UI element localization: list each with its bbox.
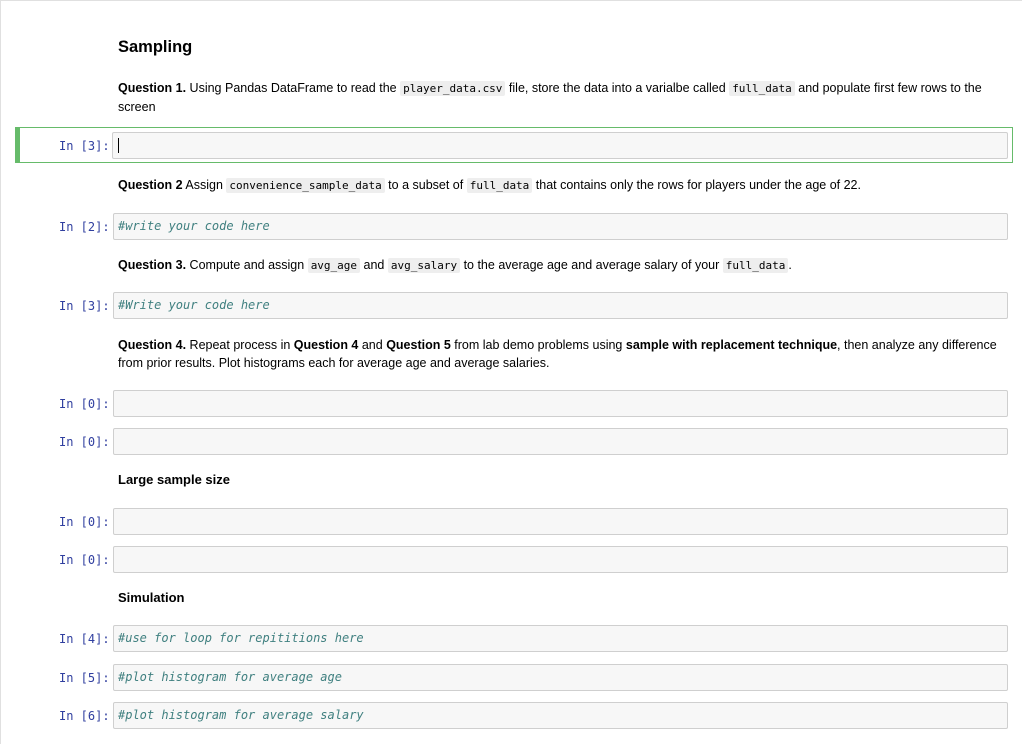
simulation-heading: Simulation <box>118 590 185 605</box>
notebook: Sampling Question 1. Using Pandas DataFr… <box>0 0 1022 744</box>
cell-prompt: In [0]: <box>59 515 110 529</box>
code-cell[interactable]: In [5]: #plot histogram for average age <box>1 664 1023 692</box>
technique-emphasis: sample with replacement technique <box>625 338 838 352</box>
code-input[interactable] <box>112 132 1008 159</box>
question-3-text-part: and <box>360 258 388 272</box>
inline-code-convenience-sample-data: convenience_sample_data <box>226 178 385 193</box>
question-2-text-part: that contains only the rows for players … <box>532 178 861 192</box>
question-2-text-part: to a subset of <box>384 178 467 192</box>
inline-code-full-data: full_data <box>729 81 795 96</box>
code-cell[interactable]: In [0]: <box>1 390 1023 418</box>
question-2-text: Question 2 Assign convenience_sample_dat… <box>118 176 1008 195</box>
question-5-ref: Question 5 <box>386 338 451 352</box>
code-input[interactable] <box>113 546 1008 573</box>
text-cursor <box>118 138 119 153</box>
inline-code-player-data-csv: player_data.csv <box>400 81 506 96</box>
code-cell[interactable]: In [3]: #Write your code here <box>1 292 1023 320</box>
question-4-text: Question 4. Repeat process in Question 4… <box>118 336 1008 372</box>
code-input[interactable]: #plot histogram for average age <box>113 664 1008 691</box>
code-input[interactable]: #plot histogram for average salary <box>113 702 1008 729</box>
question-1-label: Question 1. <box>118 81 187 95</box>
code-cell[interactable]: In [2]: #write your code here <box>1 213 1023 241</box>
question-3-label: Question 3. <box>118 258 187 272</box>
cell-prompt: In [6]: <box>59 709 110 723</box>
code-cell[interactable]: In [0]: <box>1 428 1023 456</box>
question-1-text-part: file, store the data into a varialbe cal… <box>505 81 730 95</box>
code-cell-selected[interactable]: In [3]: <box>15 127 1013 163</box>
code-input[interactable] <box>113 508 1008 535</box>
question-4-text-part: Repeat process in <box>186 338 294 352</box>
code-input[interactable] <box>113 428 1008 455</box>
cell-prompt: In [0]: <box>59 435 110 449</box>
question-1-text: Question 1. Using Pandas DataFrame to re… <box>118 79 1008 116</box>
question-4-text-part: and <box>358 338 387 352</box>
question-2-text-part: Assign <box>182 178 227 192</box>
question-4-label: Question 4. <box>118 338 187 352</box>
question-4-text-part: from lab demo problems using <box>450 338 626 352</box>
question-3-text-part: Compute and assign <box>186 258 308 272</box>
inline-code-avg-salary: avg_salary <box>387 258 461 273</box>
cell-prompt: In [0]: <box>59 553 110 567</box>
code-cell[interactable]: In [0]: <box>1 546 1023 574</box>
code-input[interactable] <box>113 390 1008 417</box>
inline-code-full-data: full_data <box>722 258 789 273</box>
cell-prompt: In [0]: <box>59 397 110 411</box>
code-cell[interactable]: In [0]: <box>1 508 1023 536</box>
question-2-label: Question 2 <box>118 178 183 192</box>
question-3-text-part: to the average age and average salary of… <box>460 258 723 272</box>
code-input[interactable]: #Write your code here <box>113 292 1008 319</box>
question-3-text-part: . <box>788 258 792 272</box>
cell-prompt: In [3]: <box>59 139 110 153</box>
question-3-text: Question 3. Compute and assign avg_age a… <box>118 256 1008 275</box>
code-input[interactable]: #use for loop for repititions here <box>113 625 1008 652</box>
question-1-text-part: Using Pandas DataFrame to read the <box>186 81 401 95</box>
inline-code-avg-age: avg_age <box>307 258 361 273</box>
cell-prompt: In [5]: <box>59 671 110 685</box>
cell-prompt: In [2]: <box>59 220 110 234</box>
cell-prompt: In [4]: <box>59 632 110 646</box>
large-sample-heading: Large sample size <box>118 472 230 487</box>
code-input[interactable]: #write your code here <box>113 213 1008 240</box>
question-4-ref: Question 4 <box>293 338 359 352</box>
sampling-heading: Sampling <box>118 38 193 56</box>
code-cell[interactable]: In [6]: #plot histogram for average sala… <box>1 702 1023 730</box>
code-cell[interactable]: In [4]: #use for loop for repititions he… <box>1 625 1023 653</box>
cell-prompt: In [3]: <box>59 299 110 313</box>
inline-code-full-data: full_data <box>466 178 533 193</box>
